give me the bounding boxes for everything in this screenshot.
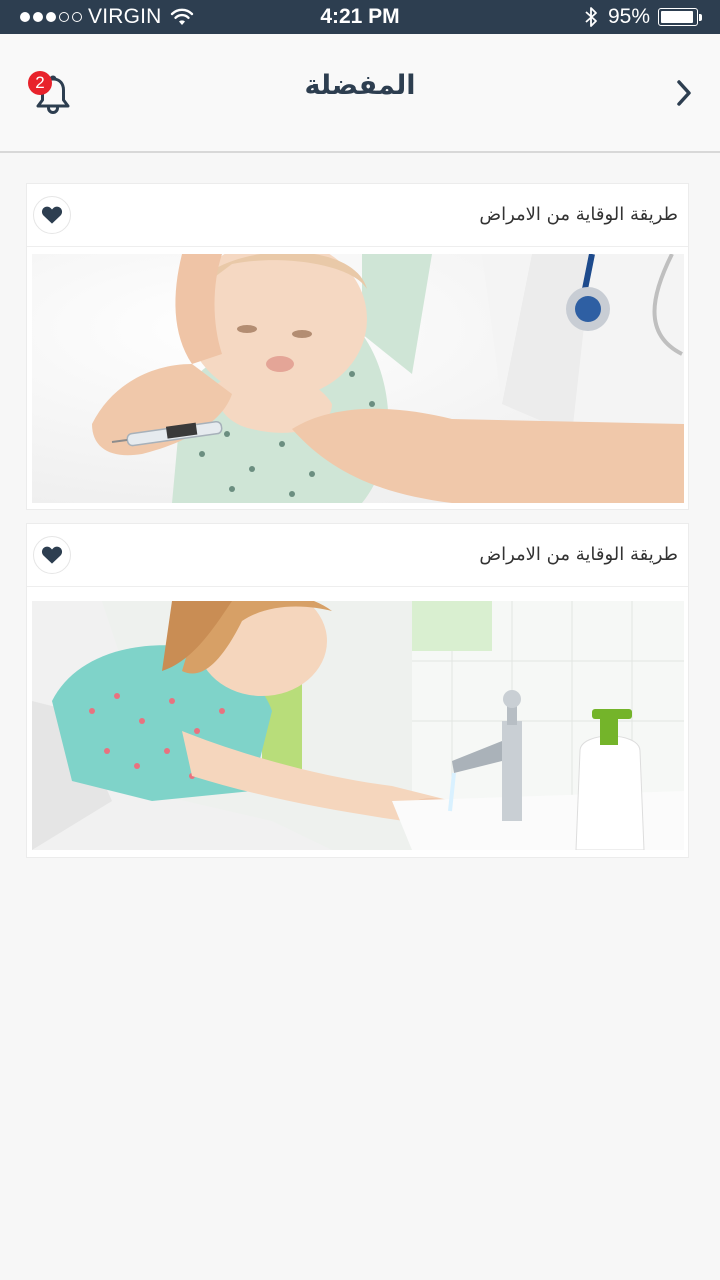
battery-icon	[658, 8, 698, 26]
battery-cap	[699, 13, 702, 21]
chevron-right-icon[interactable]	[674, 79, 694, 107]
card-header: طريقة الوقاية من الامراض	[27, 184, 688, 247]
status-right: 95%	[584, 0, 702, 34]
favorite-card[interactable]: طريقة الوقاية من الامراض	[26, 183, 689, 510]
card-title: طريقة الوقاية من الامراض	[479, 204, 678, 225]
card-title: طريقة الوقاية من الامراض	[479, 544, 678, 565]
heart-icon	[41, 546, 63, 564]
status-bar: VIRGIN 4:21 PM 95%	[0, 0, 720, 34]
app-header: 2 المفضلة	[0, 34, 720, 153]
card-header: طريقة الوقاية من الامراض	[27, 524, 688, 587]
favorite-button[interactable]	[33, 536, 71, 574]
page-title: المفضلة	[304, 70, 416, 101]
heart-icon	[41, 206, 63, 224]
child-handwashing-photo[interactable]	[32, 601, 684, 850]
baby-vaccination-photo[interactable]	[32, 254, 684, 503]
bluetooth-icon	[584, 6, 598, 28]
favorite-card[interactable]: طريقة الوقاية من الامراض	[26, 523, 689, 858]
battery-level	[661, 11, 694, 23]
favorite-button[interactable]	[33, 196, 71, 234]
battery-percent: 95%	[607, 5, 650, 28]
